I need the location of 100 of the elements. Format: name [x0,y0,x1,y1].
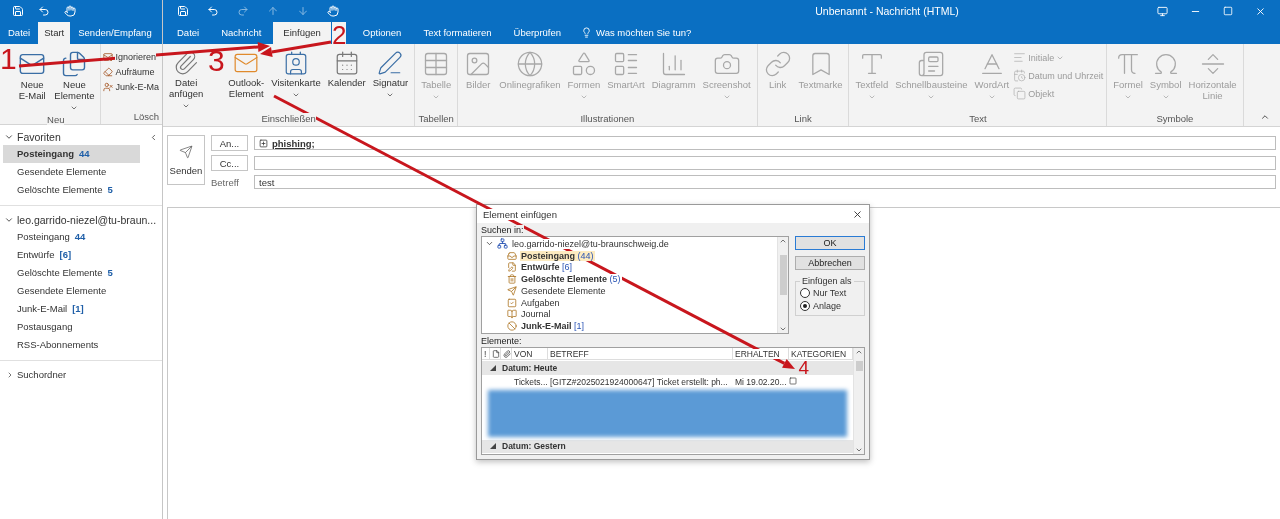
tree-item[interactable]: Gelöschte Elemente (5) [520,274,622,285]
radio-button[interactable] [800,288,810,298]
to-field[interactable]: phishing; [254,136,1276,150]
tree-item[interactable]: Posteingang (44) [520,250,595,261]
collapse-icon[interactable] [4,132,14,142]
document-icon[interactable] [492,349,500,358]
ribbon-tab[interactable]: Text formatieren [413,22,502,44]
touch-mode-icon[interactable] [64,5,76,17]
expand-icon[interactable] [6,370,14,379]
column-header[interactable]: KATEGORIEN [791,348,847,359]
save-icon[interactable] [177,5,189,17]
cc-button[interactable]: Cc... [211,155,248,171]
ribbon-button[interactable]: Kalender [324,48,369,91]
send-icon [179,144,193,159]
checkbox-icon[interactable] [789,376,797,385]
tell-me-field[interactable]: Was möchten Sie tun? [573,27,700,44]
folder-item[interactable]: Gesendete Elemente [3,163,140,181]
tree-item[interactable]: Junk-E-Mail [1] [520,321,586,332]
ribbon-tab[interactable]: Start [38,22,71,44]
folder-item[interactable]: Gelöschte Elemente 5 [3,264,140,282]
maximize-icon[interactable] [1223,6,1233,16]
send-button[interactable]: Senden [167,135,205,185]
folder-tree[interactable]: leo.garrido-niezel@tu-braunschweig.de Posteingang (44) Entwürfe [6] Gelöschte Elemente (5) Gesendete Elemente Aufgaben Journal Junk-E-Mail [1] [481,236,789,334]
collapse-pane-icon[interactable] [149,132,158,142]
tree-item[interactable]: Aufgaben [520,297,561,308]
undo-icon[interactable] [207,5,219,17]
save-icon[interactable] [12,5,24,17]
section-title[interactable]: leo.garrido-niezel@tu-braun... [17,214,157,226]
folder-item[interactable]: Junk-E-Mail [1] [3,300,140,318]
ribbon-tab[interactable]: Optionen [352,22,412,44]
ribbon-tab[interactable]: Senden/Empfang [72,22,158,44]
field-label: Suchen in: [481,225,524,236]
ribbon-display-icon[interactable] [1157,5,1168,17]
tree-item[interactable]: leo.garrido-niezel@tu-braunschweig.de [511,238,670,249]
ribbon-tab[interactable]: Einfügen [273,22,331,44]
radio-label[interactable]: Nur Text [813,288,847,298]
undo-icon[interactable] [38,5,50,17]
collapse-icon[interactable] [490,365,496,372]
folder-item[interactable]: Gesendete Elemente [3,282,140,300]
scrollbar[interactable] [853,348,864,454]
items-list[interactable]: ! VON BETREFF ERHALTEN KATEGORIEN Datum: Heute 4 Tickets... [GITZ#2025021924000647] Ticket erstellt: ph... Mi 19.02.20... Datum: Gestern [481,347,865,455]
collapse-ribbon-icon[interactable] [1260,112,1270,122]
touch-mode-icon[interactable] [327,5,339,17]
tree-item[interactable]: Journal [520,309,552,320]
radio-button[interactable] [800,301,810,311]
ribbon-button[interactable]: Neue Elemente [51,48,98,114]
folder-item[interactable]: RSS-Abonnements [3,336,140,354]
group-header[interactable]: Datum: Gestern [482,439,853,453]
lightbulb-icon [581,27,593,38]
folder-item[interactable]: Postausgang [3,318,140,336]
scroll-up-icon[interactable] [779,237,787,245]
scrollbar[interactable] [777,237,788,333]
column-header[interactable]: VON [514,348,533,359]
expand-icon[interactable] [259,138,268,148]
redo-icon[interactable] [237,5,249,17]
cancel-button[interactable]: Abbrechen [795,256,865,270]
folder-name: Gesendete Elemente [17,166,107,178]
ribbon-tab[interactable]: Datei [2,22,37,44]
tree-item[interactable]: Entwürfe [6] [520,262,574,273]
folder-name: Gesendete Elemente [17,285,107,297]
radio-label[interactable]: Anlage [813,301,842,311]
tree-item[interactable]: Gesendete Elemente [520,285,607,296]
ribbon-tab[interactable]: Datei [167,22,210,44]
collapse-icon[interactable] [4,215,14,225]
scroll-down-icon[interactable] [779,325,787,333]
ribbon-icon [283,50,309,76]
group-label: Lösch [133,111,159,122]
recipient-link[interactable]: phishing; [272,137,315,149]
to-button[interactable]: An... [211,135,248,151]
ribbon-tab[interactable]: Nachricht [211,22,272,44]
section-title[interactable]: Favoriten [17,131,61,143]
column-header[interactable]: ! [484,348,487,359]
folder-item[interactable]: Gelöschte Elemente 5 [3,181,140,199]
eraser-icon [103,67,114,77]
column-header[interactable]: ERHALTEN [735,348,780,359]
column-header[interactable]: BETREFF [550,348,589,359]
ribbon-button[interactable]: Outlook-Element [225,48,268,102]
cc-field[interactable] [254,156,1276,170]
close-icon[interactable] [1255,5,1266,17]
scrollbar-thumb[interactable] [855,361,863,371]
ribbon-tab[interactable]: Überprüfen [503,22,572,44]
group-label[interactable]: Datum: Gestern [502,441,566,452]
folder-item[interactable]: Entwürfe [6] [3,246,140,264]
scroll-up-icon[interactable] [855,348,863,356]
collapse-icon[interactable] [490,443,496,450]
ribbon-button[interactable]: Datei anfügen [166,48,207,112]
ok-button[interactable]: OK [795,236,865,250]
close-icon[interactable] [852,208,863,220]
step-number: 1 [0,44,17,74]
scroll-down-icon[interactable] [855,446,863,454]
group-header[interactable]: Datum: Heute 4 [482,361,853,376]
paperclip-icon[interactable] [503,349,511,358]
folder-item[interactable]: Posteingang 44 [3,145,140,163]
ribbon-button[interactable]: Visitenkarte [268,48,324,101]
subject-field[interactable]: test [254,175,1276,189]
folder-name[interactable]: Suchordner [17,369,67,380]
ribbon-button[interactable]: Signatur [369,48,412,101]
scrollbar-thumb[interactable] [779,255,787,295]
group-label[interactable]: Datum: Heute [502,363,558,374]
folder-item[interactable]: Posteingang 44 [3,228,140,246]
